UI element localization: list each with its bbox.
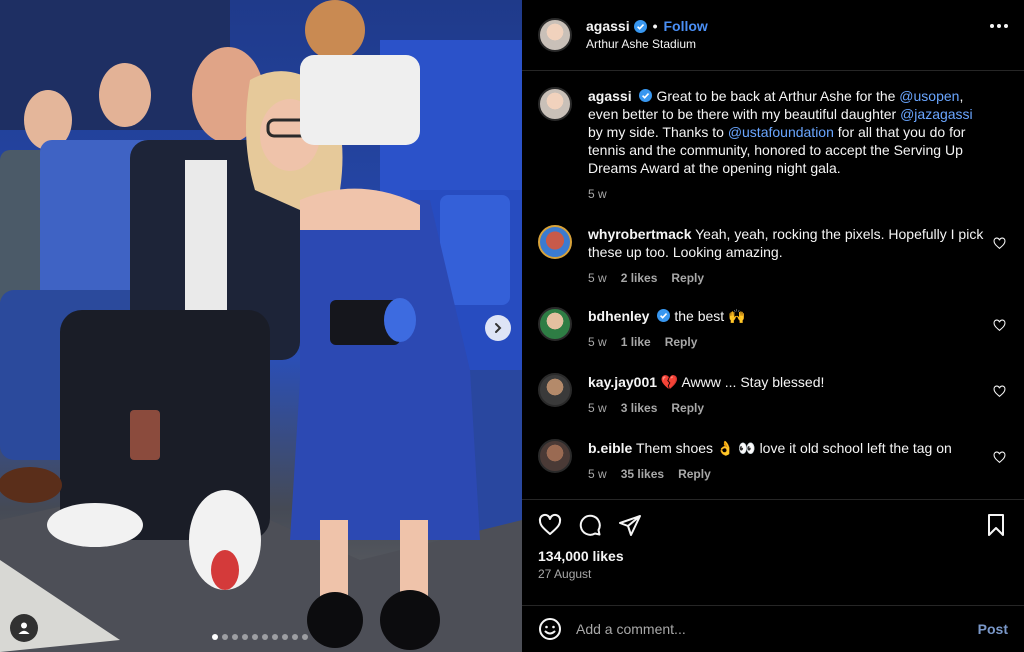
comment-username[interactable]: bdhenley [588, 308, 649, 324]
carousel-dot [282, 634, 288, 640]
caption-username[interactable]: agassi [588, 88, 632, 104]
carousel-indicator [212, 634, 308, 640]
carousel-dot [252, 634, 258, 640]
reply-button[interactable]: Reply [671, 399, 704, 417]
comment-input[interactable] [576, 621, 978, 637]
comment-time: 5 w [588, 271, 607, 285]
caption-author-avatar[interactable] [538, 87, 572, 121]
comment-username[interactable]: kay.jay001 [588, 374, 657, 390]
comment-composer: Post [522, 605, 1024, 652]
author-username[interactable]: agassi [586, 17, 630, 35]
verified-badge-icon [657, 309, 671, 322]
carousel-dot [302, 634, 308, 640]
tagged-users-button[interactable] [10, 614, 38, 642]
reply-button[interactable]: Reply [665, 333, 698, 351]
chevron-right-icon [495, 323, 502, 333]
likes-count[interactable]: 134,000 likes [538, 548, 1008, 564]
post-dialog: agassi • Follow Arthur Ashe Stadium agas… [0, 0, 1024, 652]
comment-username[interactable]: whyrobertmack [588, 226, 691, 242]
comment-likes[interactable]: 3 likes [621, 399, 658, 417]
post-comment-button[interactable]: Post [978, 621, 1008, 637]
post-caption: agassi Great to be back at Arthur Ashe f… [538, 87, 1008, 203]
like-comment-heart-icon[interactable] [993, 319, 1006, 332]
comments-list: agassi Great to be back at Arthur Ashe f… [522, 71, 1024, 499]
comment-bubble-icon[interactable] [578, 513, 602, 537]
post-actions: 134,000 likes 27 August [522, 499, 1024, 605]
comment-item: bdhenley the best 🙌 5 w 1 like Reply [538, 307, 1008, 351]
more-dot [990, 24, 994, 28]
carousel-dot [212, 634, 218, 640]
more-dot [1004, 24, 1008, 28]
reply-button[interactable]: Reply [678, 465, 711, 483]
comment-item: kay.jay001 💔 Awww ... Stay blessed! 5 w … [538, 373, 1008, 417]
carousel-dot [272, 634, 278, 640]
comment-likes[interactable]: 35 likes [621, 465, 664, 483]
photo-scene [0, 0, 522, 652]
like-heart-icon[interactable] [538, 513, 562, 537]
comment-username[interactable]: b.eible [588, 440, 632, 456]
person-icon [18, 622, 30, 634]
like-comment-heart-icon[interactable] [993, 237, 1006, 250]
post-photo[interactable] [0, 0, 522, 652]
carousel-dot [242, 634, 248, 640]
emoji-icon[interactable] [538, 617, 562, 641]
comment-item: whyrobertmack Yeah, yeah, rocking the pi… [538, 225, 1008, 287]
carousel-dot [262, 634, 268, 640]
save-bookmark-icon[interactable] [984, 513, 1008, 537]
carousel-dot [222, 634, 228, 640]
post-details-panel: agassi • Follow Arthur Ashe Stadium agas… [522, 0, 1024, 652]
commenter-avatar[interactable] [538, 373, 572, 407]
comment-likes[interactable]: 1 like [621, 333, 651, 351]
share-send-icon[interactable] [618, 513, 642, 537]
comment-time: 5 w [588, 401, 607, 415]
next-image-button[interactable] [485, 315, 511, 341]
caption-mention-link[interactable]: @usopen [899, 88, 959, 104]
verified-badge-icon [633, 19, 647, 33]
carousel-dot [232, 634, 238, 640]
verified-badge-icon [639, 89, 653, 102]
like-comment-heart-icon[interactable] [993, 451, 1006, 464]
commenter-avatar[interactable] [538, 439, 572, 473]
post-header: agassi • Follow Arthur Ashe Stadium [522, 0, 1024, 71]
comment-time: 5 w [588, 467, 607, 481]
comment-likes[interactable]: 2 likes [621, 269, 658, 287]
comment-time: 5 w [588, 335, 607, 349]
carousel-dot [292, 634, 298, 640]
caption-text-segment: Great to be back at Arthur Ashe for the [656, 88, 900, 104]
more-options-button[interactable] [990, 24, 1008, 28]
caption-time: 5 w [588, 187, 607, 201]
comment-text: 💔 Awww ... Stay blessed! [660, 374, 825, 390]
like-comment-heart-icon[interactable] [993, 385, 1006, 398]
follow-button[interactable]: Follow [664, 17, 708, 35]
post-location[interactable]: Arthur Ashe Stadium [586, 35, 708, 53]
comment-text: Them shoes 👌 👀 love it old school left t… [636, 440, 952, 456]
commenter-avatar[interactable] [538, 307, 572, 341]
caption-text-segment: by my side. Thanks to [588, 124, 728, 140]
post-date: 27 August [538, 567, 592, 581]
caption-mention-link[interactable]: @jazagassi [900, 106, 973, 122]
author-avatar[interactable] [538, 18, 572, 52]
reply-button[interactable]: Reply [671, 269, 704, 287]
caption-text: agassi Great to be back at Arthur Ashe f… [588, 87, 986, 177]
header-separator: • [652, 18, 658, 34]
caption-mention-link[interactable]: @ustafoundation [728, 124, 834, 140]
comment-item: b.eible Them shoes 👌 👀 love it old schoo… [538, 439, 1008, 483]
more-dot [997, 24, 1001, 28]
commenter-avatar[interactable] [538, 225, 572, 259]
comment-text: the best 🙌 [674, 308, 746, 324]
